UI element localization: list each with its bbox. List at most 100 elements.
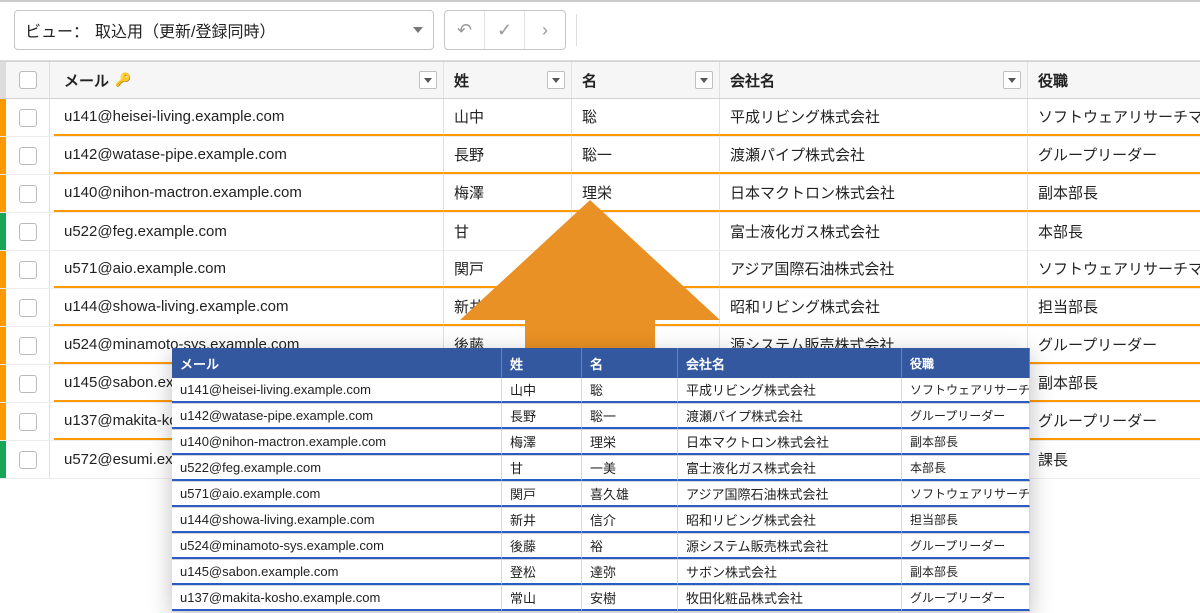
- cell-title[interactable]: グループリーダー: [1028, 137, 1200, 174]
- filter-button-last[interactable]: [547, 71, 565, 89]
- ocell-first: 一美: [582, 456, 678, 481]
- cell-company[interactable]: 平成リビング株式会社: [720, 99, 1028, 136]
- toolbar-separator: [576, 14, 577, 46]
- cell-title[interactable]: グループリーダー: [1028, 403, 1200, 440]
- cell-last[interactable]: 山中: [444, 99, 572, 136]
- row-select-cell[interactable]: [6, 365, 50, 402]
- view-selector[interactable]: ビュー： 取込用（更新/登録同時）: [14, 10, 434, 50]
- ocell-last: 新井: [502, 508, 582, 533]
- cell-email[interactable]: u571@aio.example.com: [54, 251, 444, 288]
- cell-company[interactable]: 渡瀬パイプ株式会社: [720, 137, 1028, 174]
- cell-first[interactable]: 聡一: [572, 137, 720, 174]
- select-all-checkbox[interactable]: [19, 71, 37, 89]
- row-checkbox[interactable]: [19, 185, 37, 203]
- cell-email[interactable]: u141@heisei-living.example.com: [54, 99, 444, 136]
- cell-last[interactable]: 甘: [444, 213, 572, 250]
- row-checkbox[interactable]: [19, 261, 37, 279]
- cell-first[interactable]: 理栄: [572, 175, 720, 212]
- row-select-cell[interactable]: [6, 137, 50, 174]
- cell-first[interactable]: 信介: [572, 289, 720, 326]
- row-select-cell[interactable]: [6, 403, 50, 440]
- row-checkbox[interactable]: [19, 413, 37, 431]
- undo-button[interactable]: ↶: [445, 11, 485, 49]
- ocell-last: 関戸: [502, 482, 582, 507]
- select-all-cell[interactable]: [6, 62, 50, 98]
- table-row[interactable]: u522@feg.example.com甘一美富士液化ガス株式会社本部長: [0, 213, 1200, 251]
- table-row[interactable]: u140@nihon-mactron.example.com梅澤理栄日本マクトロ…: [0, 175, 1200, 213]
- row-select-cell[interactable]: [6, 441, 50, 478]
- confirm-button[interactable]: ✓: [485, 11, 525, 49]
- ocell-last: 山中: [502, 378, 582, 403]
- cell-email[interactable]: u144@showa-living.example.com: [54, 289, 444, 326]
- cell-company[interactable]: 日本マクトロン株式会社: [720, 175, 1028, 212]
- row-checkbox[interactable]: [19, 223, 37, 241]
- overlay-row: u141@heisei-living.example.com山中聡平成リビング株…: [172, 378, 1030, 404]
- column-header-last-name[interactable]: 姓: [444, 62, 572, 98]
- ocell-title: 副本部長: [902, 430, 1030, 455]
- row-select-cell[interactable]: [6, 289, 50, 326]
- filter-button-email[interactable]: [419, 71, 437, 89]
- cell-company[interactable]: 昭和リビング株式会社: [720, 289, 1028, 326]
- cell-title[interactable]: 本部長: [1028, 213, 1200, 250]
- cell-title[interactable]: ソフトウェアリサーチマネージャー: [1028, 99, 1200, 136]
- cell-first[interactable]: 一美: [572, 213, 720, 250]
- column-label: メール: [64, 70, 109, 91]
- cell-last[interactable]: 梅澤: [444, 175, 572, 212]
- source-data-overlay: メール 姓 名 会社名 役職 u141@heisei-living.exampl…: [172, 348, 1030, 612]
- ocell-title: 副本部長: [902, 560, 1030, 585]
- cell-last[interactable]: 関戸: [444, 251, 572, 288]
- cell-title[interactable]: ソフトウェアリサーチマネージャー: [1028, 251, 1200, 288]
- column-header-email[interactable]: メール 🔑: [54, 62, 444, 98]
- ocell-email: u145@sabon.example.com: [172, 560, 502, 585]
- column-header-company[interactable]: 会社名: [720, 62, 1028, 98]
- ocell-email: u524@minamoto-sys.example.com: [172, 534, 502, 559]
- column-header-title[interactable]: 役職: [1028, 62, 1200, 98]
- cell-email[interactable]: u522@feg.example.com: [54, 213, 444, 250]
- table-row[interactable]: u141@heisei-living.example.com山中聡平成リビング株…: [0, 99, 1200, 137]
- cell-title[interactable]: グループリーダー: [1028, 327, 1200, 364]
- column-label: 会社名: [730, 70, 775, 91]
- overlay-row: u137@makita-kosho.example.com常山安樹牧田化粧品株式…: [172, 586, 1030, 612]
- row-checkbox[interactable]: [19, 375, 37, 393]
- column-header-first-name[interactable]: 名: [572, 62, 720, 98]
- ocell-title: ソフトウェアリサーチマネージャー: [902, 378, 1030, 403]
- overlay-row: u571@aio.example.com関戸喜久雄アジア国際石油株式会社ソフトウ…: [172, 482, 1030, 508]
- row-checkbox[interactable]: [19, 109, 37, 127]
- row-select-cell[interactable]: [6, 251, 50, 288]
- ocell-company: 牧田化粧品株式会社: [678, 586, 902, 611]
- table-row[interactable]: u142@watase-pipe.example.com長野聡一渡瀬パイプ株式会…: [0, 137, 1200, 175]
- cell-first[interactable]: 聡: [572, 99, 720, 136]
- cell-title[interactable]: 副本部長: [1028, 365, 1200, 402]
- row-checkbox[interactable]: [19, 337, 37, 355]
- cell-company[interactable]: 富士液化ガス株式会社: [720, 213, 1028, 250]
- row-checkbox[interactable]: [19, 147, 37, 165]
- row-checkbox[interactable]: [19, 299, 37, 317]
- cell-email[interactable]: u142@watase-pipe.example.com: [54, 137, 444, 174]
- cell-title[interactable]: 副本部長: [1028, 175, 1200, 212]
- cell-last[interactable]: 長野: [444, 137, 572, 174]
- row-checkbox[interactable]: [19, 451, 37, 469]
- ocell-email: u137@makita-kosho.example.com: [172, 586, 502, 611]
- cell-first[interactable]: 喜久雄: [572, 251, 720, 288]
- row-select-cell[interactable]: [6, 99, 50, 136]
- ocell-first: 安樹: [582, 586, 678, 611]
- cell-email[interactable]: u140@nihon-mactron.example.com: [54, 175, 444, 212]
- ocell-company: 平成リビング株式会社: [678, 378, 902, 403]
- ocell-title: グループリーダー: [902, 586, 1030, 611]
- view-selector-label: ビュー：: [25, 18, 89, 42]
- cell-last[interactable]: 新井: [444, 289, 572, 326]
- cell-company[interactable]: アジア国際石油株式会社: [720, 251, 1028, 288]
- ocell-last: 甘: [502, 456, 582, 481]
- filter-button-company[interactable]: [1003, 71, 1021, 89]
- row-select-cell[interactable]: [6, 175, 50, 212]
- row-select-cell[interactable]: [6, 213, 50, 250]
- key-icon: 🔑: [115, 72, 131, 88]
- filter-button-first[interactable]: [695, 71, 713, 89]
- table-row[interactable]: u144@showa-living.example.com新井信介昭和リビング株…: [0, 289, 1200, 327]
- cell-title[interactable]: 課長: [1028, 441, 1200, 478]
- overlay-row: u144@showa-living.example.com新井信介昭和リビング株…: [172, 508, 1030, 534]
- row-select-cell[interactable]: [6, 327, 50, 364]
- next-button[interactable]: ›: [525, 11, 565, 49]
- cell-title[interactable]: 担当部長: [1028, 289, 1200, 326]
- table-row[interactable]: u571@aio.example.com関戸喜久雄アジア国際石油株式会社ソフトウ…: [0, 251, 1200, 289]
